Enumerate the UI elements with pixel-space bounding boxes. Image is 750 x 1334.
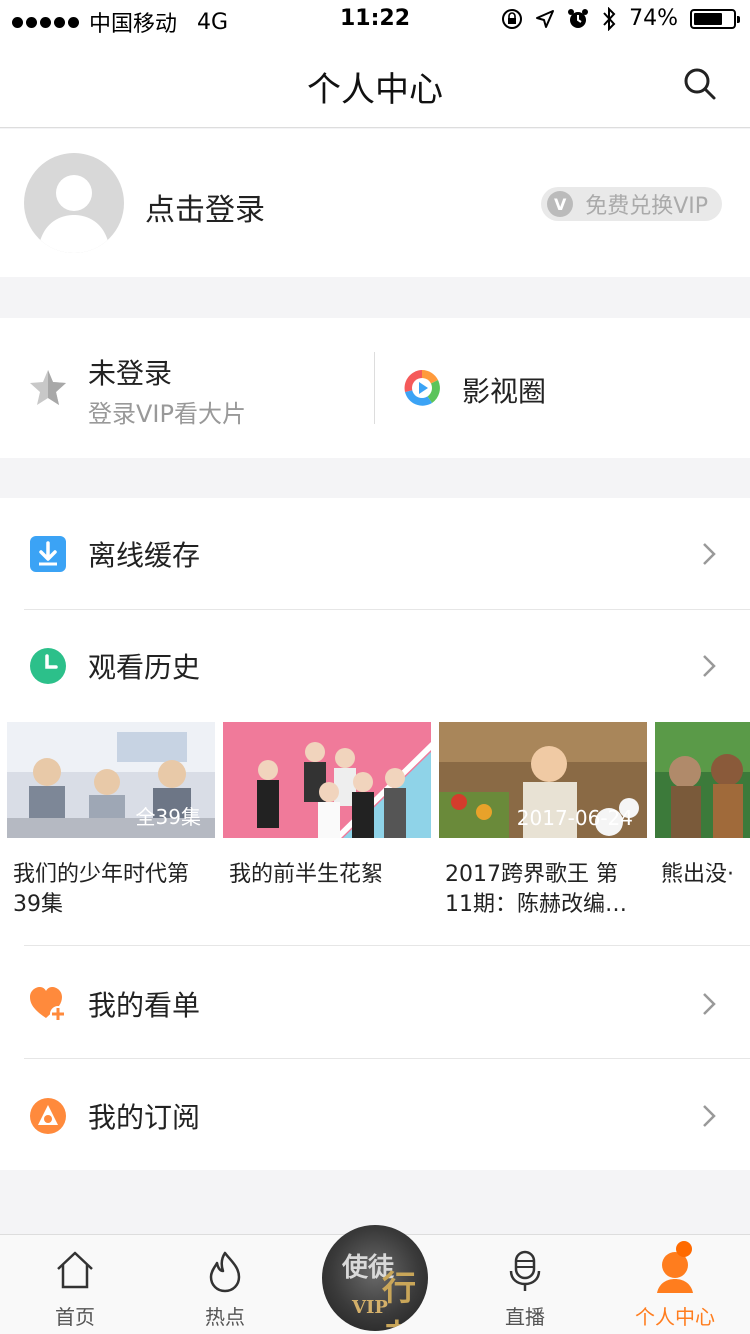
download-icon xyxy=(30,536,66,572)
history-badge: 2017-06-24 xyxy=(516,806,633,830)
login-prompt[interactable]: 点击登录 xyxy=(145,185,265,229)
history-title: 我的前半生花絮 xyxy=(229,862,384,887)
rotation-lock-icon xyxy=(502,8,523,29)
battery-percent: 74% xyxy=(629,6,678,31)
video-circle-icon xyxy=(404,370,440,406)
promo-center-button[interactable]: 使徒 行者2 VIP xyxy=(322,1225,428,1331)
menu-list: 离线缓存 观看历史 全39集 我们的少年时代第39集 我的前半生花絮 2017-… xyxy=(0,498,750,1170)
tab-hot[interactable]: 热点 xyxy=(170,1235,280,1334)
chevron-right-icon xyxy=(703,655,716,677)
divider xyxy=(24,945,750,946)
history-title: 2017跨界歌王 第11期：陈赫改编… xyxy=(445,862,627,917)
profile-icon xyxy=(657,1252,693,1293)
battery-fill xyxy=(694,12,722,25)
flame-icon xyxy=(209,1251,241,1293)
menu-item-offline-cache[interactable]: 离线缓存 xyxy=(0,498,750,608)
tab-label: 个人中心 xyxy=(635,1305,715,1329)
history-title: 熊出没· xyxy=(661,862,734,887)
chevron-right-icon xyxy=(703,1105,716,1127)
tab-home[interactable]: 首页 xyxy=(20,1235,130,1334)
status-bar: 中国移动 4G 11:22 74% xyxy=(0,0,750,40)
menu-item-label: 观看历史 xyxy=(88,651,201,684)
member-status-subtitle[interactable]: 登录VIP看大片 xyxy=(88,394,246,429)
tab-label: 热点 xyxy=(205,1305,245,1329)
tab-label: 直播 xyxy=(505,1305,545,1329)
menu-item-label: 我的看单 xyxy=(88,989,201,1022)
history-thumbnail xyxy=(223,722,431,838)
history-thumbnail: 全39集 xyxy=(7,722,215,838)
history-card[interactable]: 熊出没· xyxy=(655,722,750,890)
member-divider xyxy=(374,352,375,424)
promo-title-line2: 行者2 xyxy=(382,1269,416,1331)
nav-bar: 个人中心 xyxy=(0,40,750,128)
bluetooth-icon xyxy=(603,6,616,31)
clock-icon xyxy=(30,648,66,684)
free-vip-label: 免费兑换VIP xyxy=(585,194,708,219)
notification-dot xyxy=(676,1241,692,1257)
heart-plus-icon xyxy=(30,987,66,1022)
chevron-right-icon xyxy=(703,993,716,1015)
history-thumbnail: 2017-06-24 xyxy=(439,722,647,838)
history-title: 我们的少年时代第39集 xyxy=(13,862,190,917)
avatar[interactable] xyxy=(24,153,124,253)
history-carousel[interactable]: 全39集 我们的少年时代第39集 我的前半生花絮 2017-06-24 2017… xyxy=(0,722,750,946)
tab-live[interactable]: 直播 xyxy=(470,1235,580,1334)
free-vip-button[interactable]: V 免费兑换VIP xyxy=(541,187,722,221)
history-thumbnail-image xyxy=(223,722,431,838)
profile-header[interactable]: 点击登录 V 免费兑换VIP xyxy=(0,129,750,277)
avatar-placeholder-icon xyxy=(38,175,110,253)
history-card[interactable]: 2017-06-24 2017跨界歌王 第11期：陈赫改编… xyxy=(439,722,647,920)
menu-item-watch-history[interactable]: 观看历史 xyxy=(0,610,750,720)
alarm-icon xyxy=(568,8,589,28)
location-icon xyxy=(536,9,555,28)
subscription-icon xyxy=(30,1098,66,1134)
menu-item-subscription[interactable]: 我的订阅 xyxy=(0,1060,750,1170)
member-status-title[interactable]: 未登录 xyxy=(88,352,172,392)
history-badge: 全39集 xyxy=(135,805,201,829)
history-card[interactable]: 我的前半生花絮 xyxy=(223,722,431,890)
star-icon xyxy=(30,370,66,405)
page-title: 个人中心 xyxy=(307,70,443,110)
history-thumbnail xyxy=(655,722,750,838)
menu-item-label: 我的订阅 xyxy=(88,1101,201,1134)
promo-vip: VIP xyxy=(352,1297,388,1318)
microphone-icon xyxy=(509,1250,541,1291)
history-thumbnail-image xyxy=(655,722,750,838)
menu-item-label: 离线缓存 xyxy=(88,539,201,572)
menu-item-watchlist[interactable]: 我的看单 xyxy=(0,948,750,1058)
tab-profile[interactable]: 个人中心 xyxy=(620,1235,730,1334)
status-right: 74% xyxy=(501,6,740,31)
video-circle-label[interactable]: 影视圈 xyxy=(462,370,546,410)
home-icon xyxy=(57,1251,93,1289)
battery-icon xyxy=(690,8,740,29)
search-icon[interactable] xyxy=(682,66,718,102)
screen: 中国移动 4G 11:22 74% 个人中心 点击登录 V 免费兑换VIP 未登… xyxy=(0,0,750,1334)
divider xyxy=(24,1058,750,1059)
tab-bar: 首页 热点 使徒 行者2 VIP 直播 xyxy=(0,1225,750,1334)
tab-label: 首页 xyxy=(55,1305,95,1329)
history-card[interactable]: 全39集 我们的少年时代第39集 xyxy=(7,722,215,920)
member-row: 未登录 登录VIP看大片 影视圈 xyxy=(0,318,750,458)
chevron-right-icon xyxy=(703,543,716,565)
vip-icon: V xyxy=(547,191,574,217)
